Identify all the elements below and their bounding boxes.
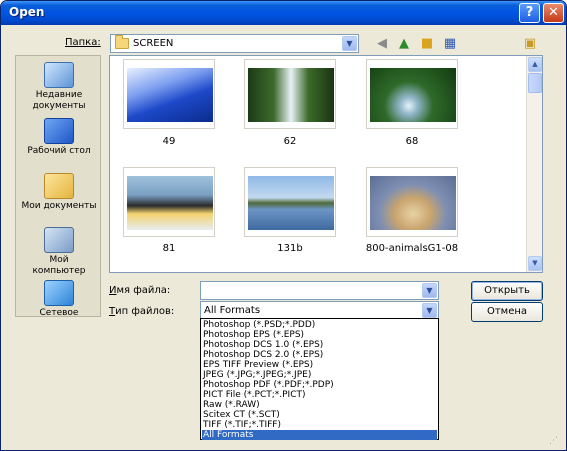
- place-label: Рабочий стол: [27, 146, 91, 156]
- views-menu-icon[interactable]: ▦: [441, 35, 459, 53]
- look-in-label-text: Папка:: [65, 37, 101, 48]
- filename-input[interactable]: ▼: [200, 281, 439, 300]
- file-name[interactable]: 68: [362, 136, 462, 147]
- title-bar: Open ? ✕: [1, 1, 566, 25]
- file-name[interactable]: 49: [119, 136, 219, 147]
- scroll-thumb[interactable]: [528, 73, 542, 93]
- open-button[interactable]: Открыть: [471, 281, 543, 301]
- format-option[interactable]: PICT File (*.PCT;*.PICT): [202, 390, 437, 400]
- resize-grip-icon[interactable]: ⋰: [549, 437, 561, 449]
- filename-label: Имя файла:: [109, 285, 170, 296]
- file-list[interactable]: 49 62 68 81 131b 800-animalsG1-08 ▲ ▼: [109, 55, 543, 273]
- places-bar: Недавние документы Рабочий стол Мои доку…: [15, 55, 102, 319]
- my-computer-icon: [44, 227, 74, 253]
- thumbnail-image: [370, 176, 456, 230]
- file-thumbnail[interactable]: [244, 59, 336, 129]
- format-option[interactable]: Photoshop PDF (*.PDF;*.PDP): [202, 380, 437, 390]
- file-type-dropdown-list[interactable]: Photoshop (*.PSD;*.PDD) Photoshop EPS (*…: [200, 318, 439, 440]
- file-thumbnail[interactable]: [366, 167, 458, 237]
- place-label-line2: компьютер: [32, 266, 86, 276]
- place-label: Недавние: [35, 90, 83, 100]
- place-label: Сетевое: [39, 308, 79, 318]
- open-dialog: Open ? ✕ Папка: SCREEN ▼ ◀ ▲ ■ ▦ ▣ Недав…: [0, 0, 567, 451]
- place-label: Мой: [49, 255, 69, 265]
- file-name[interactable]: 800-animalsG1-08: [362, 243, 462, 254]
- format-option[interactable]: TIFF (*.TIF;*.TIFF): [202, 420, 437, 430]
- format-option[interactable]: JPEG (*.JPG;*.JPEG;*.JPE): [202, 370, 437, 380]
- place-recent-documents[interactable]: Недавние документы: [16, 62, 102, 112]
- back-arrow-icon[interactable]: ◀: [373, 35, 391, 53]
- place-my-computer[interactable]: Мой компьютер: [16, 227, 102, 277]
- format-option[interactable]: EPS TIFF Preview (*.EPS): [202, 360, 437, 370]
- file-name[interactable]: 131b: [240, 243, 340, 254]
- format-option[interactable]: Photoshop DCS 1.0 (*.EPS): [202, 340, 437, 350]
- scroll-down-icon[interactable]: ▼: [528, 256, 542, 271]
- filetype-label-text: ип файлов:: [115, 306, 175, 317]
- place-network[interactable]: Сетевое: [16, 280, 102, 319]
- format-option[interactable]: Scitex CT (*.SCT): [202, 410, 437, 420]
- help-button[interactable]: ?: [519, 3, 540, 23]
- format-option-selected[interactable]: All Formats: [202, 430, 437, 440]
- scroll-up-icon[interactable]: ▲: [528, 57, 542, 72]
- my-documents-icon: [44, 173, 74, 199]
- chevron-down-icon[interactable]: ▼: [342, 36, 357, 51]
- window-title: Open: [9, 5, 45, 19]
- folder-tools-icon[interactable]: ▣: [521, 35, 539, 53]
- place-my-documents[interactable]: Мои документы: [16, 173, 102, 212]
- format-option[interactable]: Photoshop DCS 2.0 (*.EPS): [202, 350, 437, 360]
- recent-documents-icon: [44, 62, 74, 88]
- chevron-down-icon[interactable]: ▼: [422, 283, 437, 298]
- cancel-button[interactable]: Отмена: [471, 302, 543, 322]
- format-option[interactable]: Photoshop (*.PSD;*.PDD): [202, 320, 437, 330]
- thumbnail-image: [127, 176, 213, 230]
- look-in-label: Папка:: [65, 37, 101, 48]
- format-option[interactable]: Photoshop EPS (*.EPS): [202, 330, 437, 340]
- new-folder-icon[interactable]: ■: [418, 35, 436, 53]
- up-folder-icon[interactable]: ▲: [395, 35, 413, 53]
- file-thumbnail[interactable]: [366, 59, 458, 129]
- file-thumbnail[interactable]: [123, 167, 215, 237]
- close-button[interactable]: ✕: [543, 3, 564, 23]
- folder-icon: [115, 35, 129, 49]
- thumbnail-image: [248, 176, 334, 230]
- look-in-value: SCREEN: [133, 38, 174, 49]
- format-option[interactable]: Raw (*.RAW): [202, 400, 437, 410]
- chevron-down-icon[interactable]: ▼: [422, 303, 437, 318]
- thumbnail-image: [248, 68, 334, 122]
- place-label-line2: документы: [32, 101, 86, 111]
- look-in-combo[interactable]: SCREEN ▼: [110, 34, 359, 53]
- filename-label-text: мя файла:: [116, 285, 171, 296]
- file-name[interactable]: 62: [240, 136, 340, 147]
- file-name[interactable]: 81: [119, 243, 219, 254]
- vertical-scrollbar[interactable]: ▲ ▼: [526, 56, 542, 272]
- thumbnail-image: [127, 68, 213, 122]
- file-thumbnail[interactable]: [123, 59, 215, 129]
- desktop-icon: [44, 118, 74, 144]
- filetype-label: Тип файлов:: [109, 306, 174, 317]
- network-places-icon: [44, 280, 74, 306]
- filetype-value: All Formats: [204, 305, 261, 316]
- file-thumbnail[interactable]: [244, 167, 336, 237]
- place-desktop[interactable]: Рабочий стол: [16, 118, 102, 157]
- thumbnail-image: [370, 68, 456, 122]
- place-label: Мои документы: [21, 201, 97, 211]
